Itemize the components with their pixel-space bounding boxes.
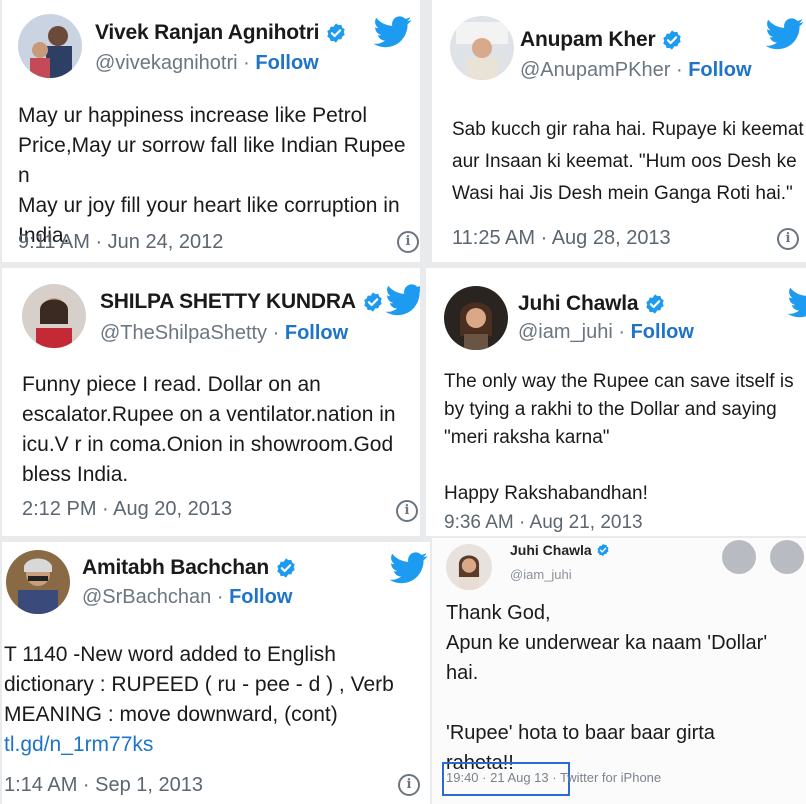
tweet-text: Funny piece I read. Dollar on an escalat… [22,373,396,486]
display-name[interactable]: SHILPA SHETTY KUNDRA [100,290,356,314]
tweet-text: May ur happiness increase like Petrol Pr… [18,104,406,247]
tweet-card-juhi: Juhi Chawla @iam_juhi · Follow The only … [426,268,806,536]
display-name[interactable]: Juhi Chawla [510,542,592,558]
follow-button[interactable]: Follow [229,586,292,608]
separator: · [675,59,683,81]
display-name[interactable]: Vivek Ranjan Agnihotri [95,21,320,45]
info-icon[interactable]: i [398,774,420,796]
follow-button[interactable]: Follow [688,59,751,81]
avatar[interactable] [18,14,82,78]
follow-button[interactable]: Follow [631,321,694,343]
twitter-bird-icon[interactable] [788,286,806,318]
tweet-text: Sab kucch gir raha hai. Rupaye ki keemat… [452,119,804,204]
follow-button[interactable]: Follow [255,52,318,74]
tweet-link[interactable]: tl.gd/n_1rm77ks [4,730,153,760]
verified-badge-icon [325,22,347,44]
separator: · [243,52,250,74]
info-icon[interactable]: i [397,231,419,253]
handle[interactable]: @TheShilpaShetty [100,322,267,344]
avatar[interactable] [6,550,70,614]
handle[interactable]: @vivekagnihotri [95,52,238,74]
display-name[interactable]: Juhi Chawla [518,292,639,316]
verified-badge-icon [275,557,297,579]
twitter-bird-icon[interactable] [766,18,804,50]
timestamp[interactable]: 19:40 · 21 Aug 13 · [446,770,557,785]
verified-badge-icon [596,543,610,557]
follow-button[interactable]: Follow [285,322,348,344]
timestamp[interactable]: 9:11 AM · Jun 24, 2012 [18,231,223,254]
tweet-card-shilpa: SHILPA SHETTY KUNDRA @TheShilpaShetty · … [2,268,420,536]
tweet-text: Thank God, Apun ke underwear ka naam 'Do… [446,602,768,774]
avatar[interactable] [446,544,492,590]
separator: · [272,322,280,344]
tweet-card-juhi-screenshot: Juhi Chawla @iam_juhi Thank God, Apun ke… [432,538,806,804]
tweet-source[interactable]: Twitter for iPhone [560,770,661,785]
more-options-button[interactable] [770,540,804,574]
tweet-text: The only way the Rupee can save itself i… [444,371,794,504]
separator: · [216,586,224,608]
tweet-card-anupam: Anupam Kher @AnupamPKher · Follow Sab ku… [432,0,806,262]
timestamp[interactable]: 1:14 AM · Sep 1, 2013 [4,774,203,797]
verified-badge-icon [362,291,384,313]
handle[interactable]: @SrBachchan [82,586,211,608]
twitter-bird-icon[interactable] [386,284,420,316]
tweet-card-amitabh: Amitabh Bachchan @SrBachchan · Follow T … [2,542,430,804]
info-icon[interactable]: i [396,500,418,522]
avatar[interactable] [450,16,514,80]
timestamp[interactable]: 11:25 AM · Aug 28, 2013 [452,227,671,250]
timestamp[interactable]: 9:36 AM · Aug 21, 2013 [444,512,643,534]
display-name[interactable]: Anupam Kher [520,28,656,52]
twitter-bird-icon[interactable] [390,552,428,584]
avatar[interactable] [444,286,508,350]
timestamp[interactable]: 2:12 PM · Aug 20, 2013 [22,498,232,521]
display-name[interactable]: Amitabh Bachchan [82,556,269,580]
tweet-card-vivek: Vivek Ranjan Agnihotri @vivekagnihotri ·… [2,0,420,262]
verified-badge-icon [661,29,683,51]
separator: · [618,321,626,343]
info-icon[interactable]: i [777,228,799,250]
handle[interactable]: @AnupamPKher [520,59,670,81]
overflow-button[interactable] [722,540,756,574]
handle[interactable]: @iam_juhi [518,321,613,343]
twitter-bird-icon[interactable] [374,16,412,48]
handle[interactable]: @iam_juhi [510,567,572,582]
tweet-text: T 1140 -New word added to English dictio… [4,643,394,726]
avatar[interactable] [22,284,86,348]
verified-badge-icon [644,293,666,315]
